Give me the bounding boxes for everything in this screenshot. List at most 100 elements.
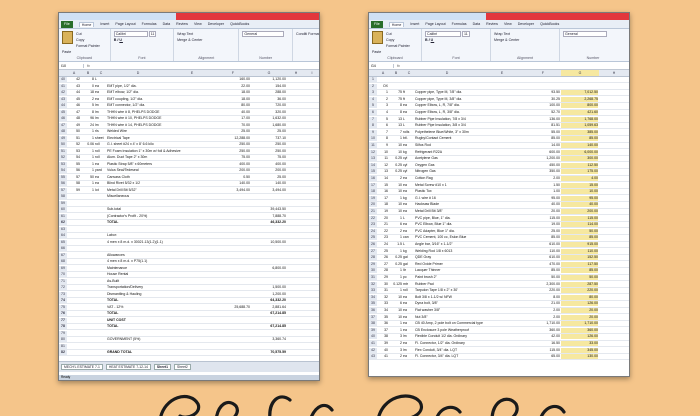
cell[interactable]: GRAND TOTAL bbox=[107, 350, 215, 355]
cell[interactable]: L bbox=[403, 123, 414, 128]
row-number[interactable]: 36 bbox=[369, 308, 377, 313]
cell[interactable]: 80.00 bbox=[561, 294, 598, 300]
cell[interactable]: 42 bbox=[67, 77, 80, 82]
cell[interactable]: 18.00 bbox=[215, 90, 250, 95]
cell[interactable]: Dyna bolt, 3/8" bbox=[415, 301, 525, 306]
cell[interactable]: House Rental bbox=[107, 272, 215, 277]
cell[interactable]: 7 bbox=[389, 130, 402, 135]
cell[interactable]: 75.00 bbox=[215, 155, 250, 160]
cell[interactable]: 1 bbox=[81, 188, 94, 193]
cell[interactable]: 200.00 bbox=[215, 168, 250, 173]
cell[interactable]: 126.00 bbox=[561, 334, 598, 340]
cell[interactable]: gal bbox=[403, 255, 414, 260]
cell[interactable]: 200.00 bbox=[251, 168, 286, 173]
cell[interactable]: 6 bbox=[389, 301, 402, 306]
sheet-tab[interactable]: HEAT ESTIMATE 7-12-14 bbox=[105, 364, 151, 370]
cell[interactable]: ea bbox=[403, 229, 414, 234]
row-number[interactable]: 28 bbox=[369, 255, 377, 261]
cell[interactable]: 7 bbox=[377, 130, 388, 135]
cell[interactable]: 1 bbox=[81, 155, 94, 160]
cell[interactable]: CB Enclosure 3 pole Weatherproof bbox=[415, 328, 525, 333]
cell[interactable]: GOVERNMENT (5%) bbox=[107, 337, 215, 342]
cell[interactable]: 2 bbox=[389, 341, 402, 346]
row-number[interactable]: 48 bbox=[59, 129, 67, 134]
cell[interactable]: ea bbox=[403, 222, 414, 227]
cell[interactable]: 114.00 bbox=[561, 222, 598, 228]
row-number[interactable]: 46 bbox=[59, 116, 67, 121]
cell[interactable]: 800.00 bbox=[561, 103, 598, 109]
row-number[interactable]: 40 bbox=[369, 334, 377, 340]
cell[interactable]: PVC Adapter, Blue 1" dia. bbox=[415, 229, 525, 234]
cell[interactable]: 55 bbox=[67, 162, 80, 167]
cell[interactable]: 140.00 bbox=[251, 181, 286, 186]
cell[interactable]: 12,288.00 bbox=[215, 136, 250, 141]
paste-icon[interactable] bbox=[62, 31, 73, 44]
cell[interactable]: 360.00 bbox=[561, 327, 598, 333]
format-painter-button[interactable]: Format Painter bbox=[76, 43, 100, 49]
row-number[interactable]: 23 bbox=[369, 222, 377, 228]
cell[interactable]: 220.00 bbox=[561, 288, 598, 294]
row-number[interactable]: 41 bbox=[59, 83, 67, 89]
cell[interactable]: 136.00 bbox=[525, 117, 560, 122]
row-number[interactable]: 18 bbox=[369, 189, 377, 195]
cell[interactable]: EMT coupling, 1/2" dia. bbox=[107, 97, 215, 102]
cell[interactable]: 1,120.00 bbox=[251, 77, 286, 82]
cell[interactable]: 3,360.74 bbox=[251, 337, 286, 342]
sheet-tab[interactable]: MECH'L ESTIMATE 7-1 bbox=[61, 364, 103, 370]
cell[interactable]: 17.00 bbox=[215, 116, 250, 121]
cell[interactable]: 300.00 bbox=[561, 156, 598, 162]
row-number[interactable]: 69 bbox=[59, 265, 67, 271]
cell[interactable]: gal bbox=[403, 262, 414, 267]
cell[interactable]: 1,200.00 bbox=[251, 292, 286, 297]
cell[interactable]: Polyethelene Blue/White, 3" x 30m bbox=[415, 130, 525, 135]
cell[interactable]: 3 bbox=[389, 348, 402, 353]
cell[interactable]: Vulca Seal/Tedeseal bbox=[107, 168, 215, 173]
cell[interactable]: Welded Wire bbox=[107, 129, 215, 134]
cell[interactable]: THHN wire # 8, PHELPS DODGE bbox=[107, 110, 215, 115]
cell[interactable]: 1 bbox=[81, 168, 94, 173]
cell[interactable]: kg bbox=[403, 150, 414, 155]
cell[interactable]: 5 bbox=[81, 103, 94, 108]
cell[interactable]: 75.00 bbox=[251, 155, 286, 160]
cell[interactable]: PE Foam Insulation 1" x 30m w/ foil & Ad… bbox=[107, 149, 215, 154]
row-number[interactable]: 47 bbox=[59, 122, 67, 128]
cell[interactable]: Bolt 3/8 x 1-1/2 w/ NFW bbox=[415, 295, 525, 300]
cell[interactable]: 8 bbox=[389, 110, 402, 115]
cell[interactable]: 64,332.20 bbox=[251, 298, 286, 303]
format-painter-button[interactable]: Format Painter bbox=[386, 43, 410, 49]
cell[interactable]: 140.00 bbox=[561, 143, 598, 148]
cell[interactable]: 421.60 bbox=[561, 110, 598, 115]
cell[interactable]: 36.00 bbox=[251, 97, 286, 102]
cell[interactable]: 13 bbox=[377, 169, 388, 174]
cell[interactable]: 32 bbox=[377, 295, 388, 300]
cell[interactable]: PVC Cement, 100 cc, Eslon Blue bbox=[415, 235, 525, 240]
row-number[interactable]: 31 bbox=[369, 275, 377, 280]
cell[interactable]: 80.00 bbox=[215, 103, 250, 108]
cell[interactable]: 45 bbox=[67, 97, 80, 102]
underline-icon[interactable]: U bbox=[431, 38, 435, 42]
cell[interactable]: 250.00 bbox=[215, 149, 250, 154]
cell[interactable]: ea bbox=[403, 301, 414, 306]
cell[interactable]: 10 bbox=[389, 189, 402, 194]
cell[interactable]: ea bbox=[403, 103, 414, 108]
cell[interactable]: 34 bbox=[377, 308, 388, 313]
cell[interactable]: 16 bbox=[377, 189, 388, 194]
cell[interactable]: ea bbox=[95, 175, 106, 180]
cell[interactable]: lm bbox=[95, 123, 106, 128]
row-number[interactable]: 10 bbox=[369, 136, 377, 142]
cell[interactable]: 13 bbox=[389, 123, 402, 128]
cell[interactable]: ea bbox=[403, 328, 414, 333]
cell[interactable]: 470.00 bbox=[525, 262, 560, 267]
column-header[interactable]: D bbox=[415, 70, 479, 76]
row-number[interactable]: 42 bbox=[59, 90, 67, 95]
cell[interactable]: 25,688.70 bbox=[215, 305, 250, 310]
cell[interactable]: 12 bbox=[377, 163, 388, 168]
cell[interactable]: 46,332.20 bbox=[251, 220, 286, 225]
tab-home[interactable]: Home bbox=[78, 21, 95, 27]
cell[interactable]: ea bbox=[403, 176, 414, 181]
cell[interactable]: Hacksaw Blade bbox=[415, 202, 525, 207]
cell[interactable]: can bbox=[403, 235, 414, 240]
cell[interactable]: 10 bbox=[389, 143, 402, 148]
cell[interactable]: ltr bbox=[403, 268, 414, 273]
row-number[interactable]: 50 bbox=[59, 142, 67, 147]
